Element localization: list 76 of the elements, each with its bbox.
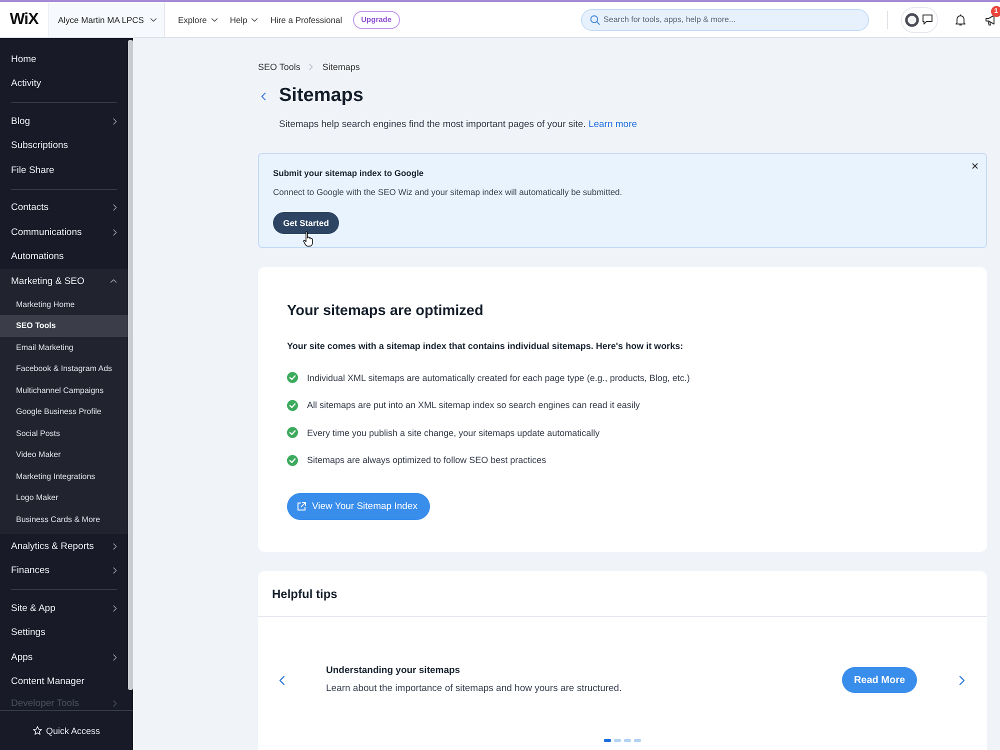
chat-icon[interactable] [922,14,934,25]
sidebar-item[interactable]: Subscriptions [0,134,128,158]
sidebar-item[interactable]: Content Manager [0,670,128,694]
chevron-icon [113,228,117,236]
site-selector[interactable]: Alyce Martin MA LPCS [48,2,165,37]
caret-icon [210,18,218,22]
checklist-text: Every time you publish a site change, your sitemaps update automatically [307,428,600,438]
sidebar-subitem[interactable]: SEO Tools [0,315,128,336]
chevron-icon [110,279,117,284]
menu-item[interactable]: Explore [178,14,218,24]
card-intro: Your site comes with a sitemap index that contains individual sitemaps. Here's how it works: [287,340,684,353]
sidebar-subitem[interactable]: Google Business Profile [0,401,128,422]
page-title: Sitemaps [279,84,364,108]
checklist-text: Individual XML sitemaps are automatically created for each page type (e.g., products, Blog, etc.) [307,372,690,383]
megaphone-icon[interactable] [984,14,997,26]
sidebar-subitem[interactable]: Business Cards & More [0,508,128,530]
chevron-icon [113,700,117,706]
logo[interactable]: WiX [0,2,48,37]
breadcrumb-link[interactable]: SEO Tools [258,62,300,72]
tip-text: Learn about the importance of sitemaps and how yours are structured. [326,682,622,696]
sidebar-item[interactable]: File Share [0,158,128,182]
chevron-icon [113,604,117,612]
caret-icon [150,18,157,22]
chevron-icon [113,654,117,661]
sidebar-subitem[interactable]: Social Posts [0,422,128,444]
scrollbar-thumb[interactable] [128,40,133,690]
checklist-text: All sitemaps are put into an XML sitemap index so search engines can read it easily [307,400,640,410]
breadcrumb-current: Sitemaps [322,62,360,72]
quick-access-button[interactable]: Quick Access [32,726,100,736]
sidebar-item[interactable]: Analytics & Reports [0,534,128,558]
banner-text: Connect to Google with the SEO Wiz and your sitemap index will automatically be submitted. [273,186,622,199]
banner-title: Submit your sitemap index to Google [273,167,424,180]
sidebar-item[interactable]: Automations [0,244,128,269]
pointer-cursor-icon [303,231,314,247]
sidebar-subitem[interactable]: Logo Maker [0,487,128,508]
sidebar-item[interactable]: Home [0,47,128,72]
sidebar-subitem[interactable]: Marketing Home [0,294,128,315]
card-title: Helpful tips [272,586,338,600]
star-icon [32,726,42,735]
sidebar-subitem[interactable]: Video Maker [0,444,128,466]
chevron-right-icon[interactable] [959,674,965,686]
card-title: Your sitemaps are optimized [287,302,484,321]
sidebar-item[interactable]: Communications [0,220,128,244]
chevron-icon [113,542,117,550]
sidebar-item[interactable]: Blog [0,109,128,134]
learn-more-link[interactable]: Learn more [588,119,638,130]
sidebar-item[interactable]: Activity [0,72,128,96]
chevron-icon [113,118,117,125]
chevron-icon [113,567,117,574]
tip-title: Understanding your sitemaps [326,664,460,678]
bell-icon[interactable] [954,14,966,26]
sidebar-item[interactable]: Marketing & SEO [0,269,128,294]
sidebar-subitem[interactable]: Email Marketing [0,336,128,358]
sidebar-item[interactable]: Site & App [0,596,128,620]
sidebar-item[interactable]: Settings [0,620,128,645]
menu-item[interactable]: Help [230,14,258,24]
close-icon[interactable] [972,163,978,169]
external-link-icon [297,502,306,511]
back-icon[interactable] [261,92,266,100]
sidebar-subitem[interactable]: Multichannel Campaigns [0,380,128,401]
sidebar-item[interactable]: Contacts [0,196,128,220]
sidebar-item[interactable]: Apps [0,645,128,670]
search-icon [590,14,600,24]
avatar-icon[interactable] [905,12,920,26]
search-field[interactable]: Search for tools, apps, help & more... [580,8,869,30]
chevron-icon [113,204,117,212]
sidebar-item[interactable]: Finances [0,558,128,583]
sidebar-subitem[interactable]: Marketing Integrations [0,466,128,487]
caret-icon [251,18,258,22]
chevron-left-icon[interactable] [279,674,285,686]
get-started-button[interactable]: Get Started [273,212,339,234]
page-description: Sitemaps help search engines find the most important pages of your site. Learn more [279,118,638,132]
chevron-icon [309,63,314,71]
checklist-text: Sitemaps are always optimized to follow SEO best practices [307,455,546,466]
sidebar-subitem[interactable]: Facebook & Instagram Ads [0,358,128,380]
menu-item[interactable]: Hire a Professional [270,14,342,24]
